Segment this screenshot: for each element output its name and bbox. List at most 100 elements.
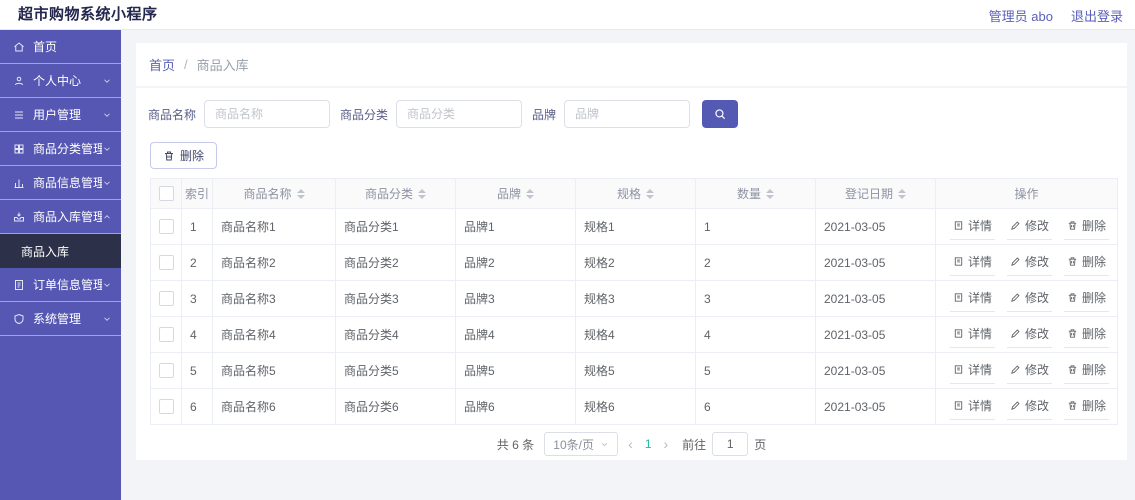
detail-button[interactable]: 详情	[950, 286, 995, 312]
bulk-delete-label: 删除	[180, 147, 204, 164]
prev-page-button[interactable]: ‹	[628, 437, 633, 451]
sort-desc-icon[interactable]	[898, 195, 906, 199]
filter-name-input[interactable]	[204, 100, 330, 128]
chevron-down-icon	[102, 314, 112, 324]
edit-button[interactable]: 修改	[1007, 394, 1052, 420]
page-size-select[interactable]: 10条/页	[544, 432, 618, 456]
delete-button[interactable]: 删除	[1064, 322, 1109, 348]
filter-category-input[interactable]	[396, 100, 522, 128]
column-label: 规格	[617, 185, 641, 202]
row-checkbox[interactable]	[159, 399, 174, 414]
sidebar-item-home[interactable]: 首页	[0, 30, 121, 64]
sort-desc-icon[interactable]	[297, 195, 305, 199]
sort-asc-icon[interactable]	[898, 189, 906, 193]
sort-asc-icon[interactable]	[297, 189, 305, 193]
delete-button[interactable]: 删除	[1064, 250, 1109, 276]
user-label: 管理员 abo	[989, 6, 1053, 25]
edit-button[interactable]: 修改	[1007, 358, 1052, 384]
delete-button[interactable]: 删除	[1064, 286, 1109, 312]
edit-button[interactable]: 修改	[1007, 286, 1052, 312]
row-checkbox[interactable]	[159, 363, 174, 378]
sort-asc-icon[interactable]	[418, 189, 426, 193]
sidebar-item-category-mgmt[interactable]: 商品分类管理	[0, 132, 121, 166]
sort-asc-icon[interactable]	[766, 189, 774, 193]
sidebar-item-label: 订单信息管理	[33, 276, 102, 293]
col-header-category[interactable]: 商品分类	[336, 179, 456, 209]
sort-desc-icon[interactable]	[418, 195, 426, 199]
action-label: 删除	[1082, 325, 1106, 342]
delete-button[interactable]: 删除	[1064, 358, 1109, 384]
table-row: 1商品名称1商品分类1品牌1规格112021-03-05详情修改删除	[151, 209, 1118, 245]
edit-button[interactable]: 修改	[1007, 214, 1052, 240]
bulk-delete-button[interactable]: 删除	[150, 142, 217, 169]
current-page[interactable]: 1	[643, 437, 654, 451]
filter-brand-input[interactable]	[564, 100, 690, 128]
sort-desc-icon[interactable]	[766, 195, 774, 199]
col-header-quantity[interactable]: 数量	[696, 179, 816, 209]
action-label: 删除	[1082, 253, 1106, 270]
edit-button[interactable]: 修改	[1007, 322, 1052, 348]
search-button[interactable]	[702, 100, 738, 128]
home-icon	[13, 41, 25, 53]
sidebar-item-profile[interactable]: 个人中心	[0, 64, 121, 98]
sidebar-item-system-mgmt[interactable]: 系统管理	[0, 302, 121, 336]
sidebar-subitem-stock-in[interactable]: 商品入库	[0, 234, 121, 268]
cell-brand: 品牌3	[456, 281, 576, 317]
sidebar-item-user-mgmt[interactable]: 用户管理	[0, 98, 121, 132]
column-label: 商品分类	[365, 185, 413, 202]
action-label: 删除	[1082, 289, 1106, 306]
content-card: 商品名称 商品分类 品牌 删除 索引商品名称商品分类品牌规格数量登记日期操作 1…	[136, 88, 1127, 460]
next-page-button[interactable]: ›	[664, 437, 669, 451]
col-header-brand[interactable]: 品牌	[456, 179, 576, 209]
cell-name: 商品名称5	[213, 353, 336, 389]
cell-brand: 品牌5	[456, 353, 576, 389]
logout-link[interactable]: 退出登录	[1071, 6, 1123, 25]
pagination: 共 6 条 10条/页 ‹ 1 › 前往 页	[136, 432, 1127, 456]
trash-icon	[1067, 256, 1078, 267]
row-checkbox[interactable]	[159, 219, 174, 234]
doc-icon	[953, 256, 964, 267]
table-row: 3商品名称3商品分类3品牌3规格332021-03-05详情修改删除	[151, 281, 1118, 317]
sidebar-item-label: 首页	[33, 38, 112, 55]
table-row: 6商品名称6商品分类6品牌6规格662021-03-05详情修改删除	[151, 389, 1118, 425]
sidebar-item-label: 个人中心	[33, 72, 102, 89]
col-header-spec[interactable]: 规格	[576, 179, 696, 209]
edit-button[interactable]: 修改	[1007, 250, 1052, 276]
detail-button[interactable]: 详情	[950, 250, 995, 276]
detail-button[interactable]: 详情	[950, 322, 995, 348]
products-table: 索引商品名称商品分类品牌规格数量登记日期操作 1商品名称1商品分类1品牌1规格1…	[150, 178, 1118, 425]
goto-page: 前往 页	[682, 432, 766, 456]
col-header-name[interactable]: 商品名称	[213, 179, 336, 209]
delete-button[interactable]: 删除	[1064, 214, 1109, 240]
detail-button[interactable]: 详情	[950, 358, 995, 384]
sort-desc-icon[interactable]	[526, 195, 534, 199]
sort-asc-icon[interactable]	[526, 189, 534, 193]
cell-brand: 品牌1	[456, 209, 576, 245]
delete-button[interactable]: 删除	[1064, 394, 1109, 420]
col-header-date[interactable]: 登记日期	[816, 179, 936, 209]
pencil-icon	[1010, 292, 1021, 303]
row-checkbox[interactable]	[159, 327, 174, 342]
cell-category: 商品分类1	[336, 209, 456, 245]
sort-carets	[526, 189, 534, 199]
sidebar-item-order-mgmt[interactable]: 订单信息管理	[0, 268, 121, 302]
breadcrumb-home-link[interactable]: 首页	[149, 55, 175, 74]
sort-asc-icon[interactable]	[646, 189, 654, 193]
cell-category: 商品分类4	[336, 317, 456, 353]
cell-date: 2021-03-05	[816, 389, 936, 425]
detail-button[interactable]: 详情	[950, 394, 995, 420]
pencil-icon	[1010, 220, 1021, 231]
sidebar-item-stock-mgmt[interactable]: 商品入库管理	[0, 200, 121, 234]
sidebar-item-product-info-mgmt[interactable]: 商品信息管理	[0, 166, 121, 200]
select-all-checkbox[interactable]	[159, 186, 174, 201]
row-checkbox[interactable]	[159, 255, 174, 270]
goto-page-input[interactable]	[712, 432, 748, 456]
sort-desc-icon[interactable]	[646, 195, 654, 199]
cell-quantity: 6	[696, 389, 816, 425]
row-checkbox[interactable]	[159, 291, 174, 306]
detail-button[interactable]: 详情	[950, 214, 995, 240]
goto-label: 前往	[682, 436, 706, 453]
system-icon	[13, 313, 25, 325]
sort-carets	[646, 189, 654, 199]
cell-quantity: 5	[696, 353, 816, 389]
